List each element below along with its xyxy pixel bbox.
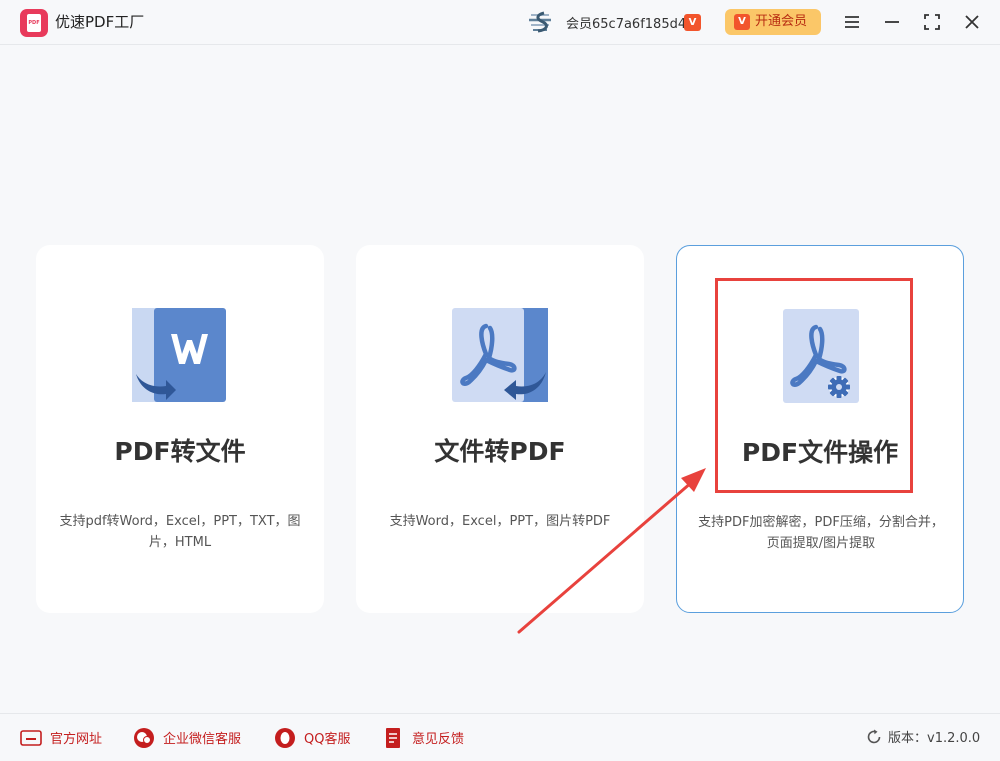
version-info[interactable]: 版本：v1.2.0.0 xyxy=(866,727,980,746)
open-vip-button[interactable]: V 开通会员 xyxy=(725,9,821,35)
refresh-icon xyxy=(867,729,881,743)
feedback-icon xyxy=(386,727,400,748)
member-id: 会员65c7a6f185d4 xyxy=(566,17,687,32)
footer-bar: 官方网址 企业微信客服 QQ客服 意见反馈 版本：v1.2.0.0 xyxy=(0,713,1000,761)
wechat-label: 企业微信客服 xyxy=(163,732,242,747)
card-desc: 支持PDF加密解密，PDF压缩，分割合并，页面提取/图片提取 xyxy=(698,515,944,551)
website-icon xyxy=(20,729,42,746)
wechat-service-link[interactable]: 企业微信客服 xyxy=(133,714,241,761)
feedback-link[interactable]: 意见反馈 xyxy=(382,714,464,761)
card-title: 文件转PDF xyxy=(434,437,566,466)
qq-icon xyxy=(275,727,295,748)
card-title: PDF转文件 xyxy=(114,437,246,466)
version-label: 版本：v1.2.0.0 xyxy=(888,731,981,746)
close-icon[interactable] xyxy=(960,10,984,34)
app-title: 优速PDF工厂 xyxy=(55,13,145,31)
card-desc: 支持pdf转Word，Excel，PPT，TXT，图片，HTML xyxy=(59,514,301,550)
vip-icon: V xyxy=(734,14,750,30)
card-pdf-to-file[interactable]: PDF转文件 支持pdf转Word，Excel，PPT，TXT，图片，HTML xyxy=(36,245,324,613)
qq-service-link[interactable]: QQ客服 xyxy=(274,714,350,761)
file-to-pdf-icon xyxy=(452,308,548,402)
pdf-to-word-icon xyxy=(132,308,226,402)
minimize-icon[interactable] xyxy=(880,10,904,34)
title-bar: PDF 优速PDF工厂 会员65c7a6f185d4 V V 开通会员 xyxy=(0,0,1000,45)
maximize-icon[interactable] xyxy=(920,10,944,34)
card-desc: 支持Word，Excel，PPT，图片转PDF xyxy=(389,514,611,529)
member-avatar-icon xyxy=(529,11,551,33)
feedback-label: 意见反馈 xyxy=(412,732,465,747)
menu-icon[interactable] xyxy=(840,10,864,34)
wechat-icon xyxy=(134,727,154,748)
website-label: 官方网址 xyxy=(50,732,103,747)
open-vip-label: 开通会员 xyxy=(755,14,808,29)
vip-badge: V xyxy=(684,14,701,31)
annotation-highlight-box xyxy=(715,278,913,493)
website-link[interactable]: 官方网址 xyxy=(20,714,102,761)
app-logo-icon: PDF xyxy=(20,9,48,37)
qq-label: QQ客服 xyxy=(304,732,351,747)
card-file-to-pdf[interactable]: 文件转PDF 支持Word，Excel，PPT，图片转PDF xyxy=(356,245,644,613)
